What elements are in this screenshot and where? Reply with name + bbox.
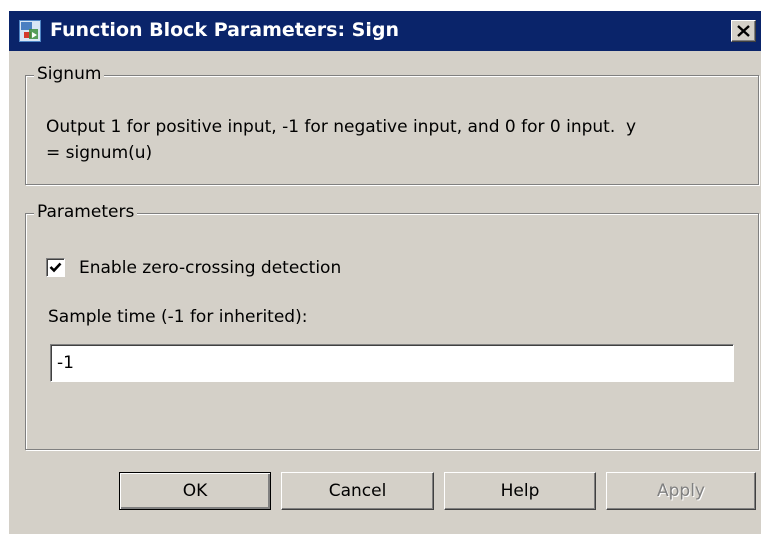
dialog-window: Function Block Parameters: Sign Signum O…: [8, 10, 761, 534]
signum-legend: Signum: [34, 64, 105, 84]
simulink-block-icon: [19, 20, 41, 42]
cancel-button[interactable]: Cancel: [281, 472, 434, 510]
parameters-groupbox: Parameters Enable zero-crossing detectio…: [25, 202, 759, 450]
close-button[interactable]: [731, 20, 756, 42]
zero-crossing-label[interactable]: Enable zero-crossing detection: [79, 258, 341, 278]
description-line-2: = signum(u): [46, 143, 153, 163]
window-title: Function Block Parameters: Sign: [50, 19, 399, 41]
help-button[interactable]: Help: [444, 472, 596, 510]
description-line-1: Output 1 for positive input, -1 for nega…: [46, 117, 637, 137]
ok-button[interactable]: OK: [119, 472, 271, 510]
sample-time-label: Sample time (-1 for inherited):: [48, 307, 308, 327]
signum-description: Output 1 for positive input, -1 for nega…: [46, 114, 636, 166]
title-bar[interactable]: Function Block Parameters: Sign: [9, 11, 761, 51]
zero-crossing-checkbox[interactable]: [46, 258, 65, 277]
sample-time-input[interactable]: [50, 344, 734, 382]
signum-groupbox: Signum Output 1 for positive input, -1 f…: [25, 64, 759, 185]
checkmark-icon: [49, 262, 62, 273]
parameters-legend: Parameters: [34, 202, 138, 222]
apply-button[interactable]: Apply: [606, 472, 756, 510]
close-icon: [737, 25, 750, 37]
